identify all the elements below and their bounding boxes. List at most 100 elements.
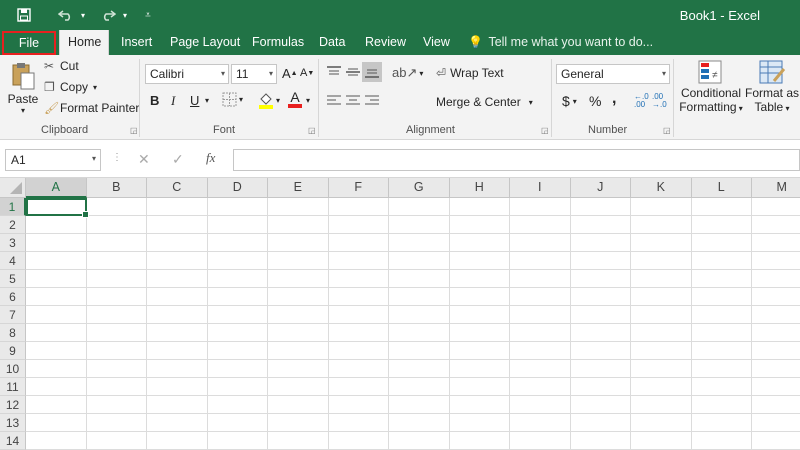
cell-i12[interactable] xyxy=(510,396,571,414)
row-header-4[interactable]: 4 xyxy=(0,252,26,270)
align-middle-button[interactable] xyxy=(345,65,361,79)
cell-c14[interactable] xyxy=(147,432,208,450)
shrink-font-button[interactable]: A ▼ xyxy=(300,67,314,79)
cell-e1[interactable] xyxy=(268,198,329,216)
cell-h7[interactable] xyxy=(449,306,510,324)
tab-file[interactable]: File xyxy=(2,31,56,55)
cell-f11[interactable] xyxy=(328,378,389,396)
cell-c2[interactable] xyxy=(147,216,208,234)
cell-i9[interactable] xyxy=(510,342,571,360)
cell-c6[interactable] xyxy=(147,288,208,306)
cell-m1[interactable] xyxy=(752,198,800,216)
fill-color-button[interactable]: ▾ xyxy=(258,91,280,109)
cell-f4[interactable] xyxy=(328,252,389,270)
cell-j13[interactable] xyxy=(570,414,631,432)
cell-g7[interactable] xyxy=(389,306,450,324)
copy-button[interactable]: ❐ Copy ▾ xyxy=(44,80,97,94)
cell-f5[interactable] xyxy=(328,270,389,288)
cell-k2[interactable] xyxy=(631,216,692,234)
cell-j10[interactable] xyxy=(570,360,631,378)
alignment-launcher-icon[interactable]: ◲ xyxy=(541,126,549,135)
cell-k11[interactable] xyxy=(631,378,692,396)
cell-b13[interactable] xyxy=(86,414,147,432)
cell-l2[interactable] xyxy=(691,216,752,234)
cell-l13[interactable] xyxy=(691,414,752,432)
row-header-2[interactable]: 2 xyxy=(0,216,26,234)
cell-i7[interactable] xyxy=(510,306,571,324)
cell-d12[interactable] xyxy=(207,396,268,414)
cell-k4[interactable] xyxy=(631,252,692,270)
cell-g11[interactable] xyxy=(389,378,450,396)
cell-e12[interactable] xyxy=(268,396,329,414)
cell-l5[interactable] xyxy=(691,270,752,288)
cell-j2[interactable] xyxy=(570,216,631,234)
cell-i3[interactable] xyxy=(510,234,571,252)
cell-a14[interactable] xyxy=(26,432,87,450)
cell-c8[interactable] xyxy=(147,324,208,342)
cell-g12[interactable] xyxy=(389,396,450,414)
cell-i1[interactable] xyxy=(510,198,571,216)
insert-function-icon[interactable]: fx xyxy=(206,150,215,166)
cell-h6[interactable] xyxy=(449,288,510,306)
cell-a8[interactable] xyxy=(26,324,87,342)
italic-button[interactable]: I xyxy=(171,93,175,109)
cell-k7[interactable] xyxy=(631,306,692,324)
cell-a10[interactable] xyxy=(26,360,87,378)
borders-button[interactable]: ▾ xyxy=(222,92,243,107)
cell-i13[interactable] xyxy=(510,414,571,432)
cell-l4[interactable] xyxy=(691,252,752,270)
cell-h5[interactable] xyxy=(449,270,510,288)
cut-button[interactable]: ✂ Cut xyxy=(44,59,79,73)
column-header-d[interactable]: D xyxy=(207,178,268,198)
cell-j11[interactable] xyxy=(570,378,631,396)
cell-a5[interactable] xyxy=(26,270,87,288)
cell-e5[interactable] xyxy=(268,270,329,288)
cell-i8[interactable] xyxy=(510,324,571,342)
cell-g8[interactable] xyxy=(389,324,450,342)
row-header-11[interactable]: 11 xyxy=(0,378,26,396)
cell-h13[interactable] xyxy=(449,414,510,432)
cell-h10[interactable] xyxy=(449,360,510,378)
paste-button[interactable]: Paste ▾ xyxy=(8,61,38,115)
cell-c3[interactable] xyxy=(147,234,208,252)
customize-qat-icon[interactable]: ⩡ xyxy=(142,5,154,25)
cell-j9[interactable] xyxy=(570,342,631,360)
number-format-combo[interactable]: General ▾ xyxy=(556,64,670,84)
row-header-5[interactable]: 5 xyxy=(0,270,26,288)
cell-b11[interactable] xyxy=(86,378,147,396)
cell-a6[interactable] xyxy=(26,288,87,306)
cell-c4[interactable] xyxy=(147,252,208,270)
cell-b4[interactable] xyxy=(86,252,147,270)
cell-i4[interactable] xyxy=(510,252,571,270)
cell-m11[interactable] xyxy=(752,378,800,396)
cell-k12[interactable] xyxy=(631,396,692,414)
row-header-9[interactable]: 9 xyxy=(0,342,26,360)
cell-j8[interactable] xyxy=(570,324,631,342)
cell-b10[interactable] xyxy=(86,360,147,378)
cell-d14[interactable] xyxy=(207,432,268,450)
cell-j4[interactable] xyxy=(570,252,631,270)
cell-k14[interactable] xyxy=(631,432,692,450)
cell-d11[interactable] xyxy=(207,378,268,396)
cell-m8[interactable] xyxy=(752,324,800,342)
format-painter-button[interactable]: 🖌 Format Painter xyxy=(44,101,139,115)
cell-f9[interactable] xyxy=(328,342,389,360)
row-header-10[interactable]: 10 xyxy=(0,360,26,378)
cell-a3[interactable] xyxy=(26,234,87,252)
column-header-i[interactable]: I xyxy=(510,178,571,198)
cell-h9[interactable] xyxy=(449,342,510,360)
font-size-combo[interactable]: 11 ▾ xyxy=(231,64,277,84)
row-header-12[interactable]: 12 xyxy=(0,396,26,414)
cell-m13[interactable] xyxy=(752,414,800,432)
cell-l7[interactable] xyxy=(691,306,752,324)
wrap-text-button[interactable]: ⏎ Wrap Text xyxy=(436,66,504,80)
cell-c9[interactable] xyxy=(147,342,208,360)
cell-e7[interactable] xyxy=(268,306,329,324)
cell-e8[interactable] xyxy=(268,324,329,342)
font-color-dropdown-icon[interactable]: ▾ xyxy=(306,96,310,105)
undo-icon[interactable] xyxy=(56,5,76,25)
format-as-table-button[interactable]: Format as Table ▾ xyxy=(744,59,800,116)
cell-c10[interactable] xyxy=(147,360,208,378)
cell-d6[interactable] xyxy=(207,288,268,306)
cell-i6[interactable] xyxy=(510,288,571,306)
